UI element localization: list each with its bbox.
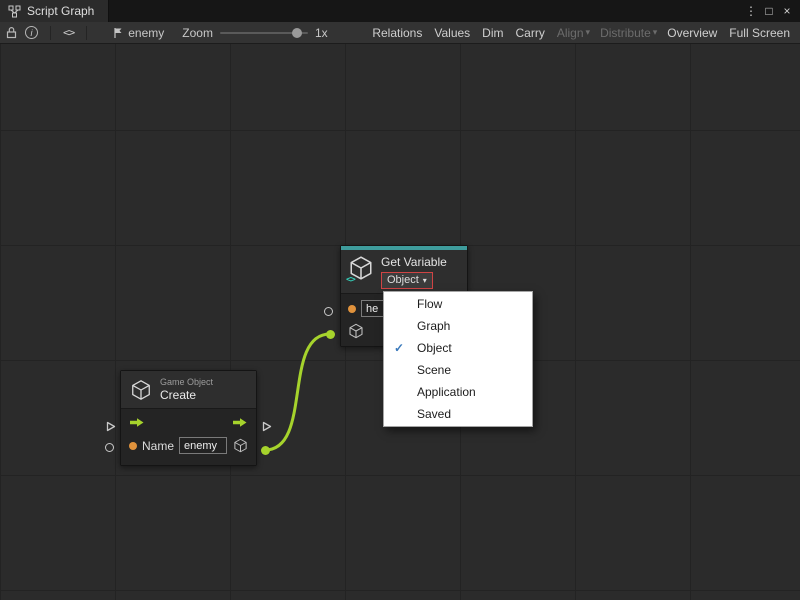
menu-item-object[interactable]: ✓ Object (384, 337, 532, 359)
fullscreen-button[interactable]: Full Screen (729, 26, 792, 40)
info-icon[interactable]: i (25, 26, 38, 39)
toolbar-separator (86, 26, 87, 40)
value-input-port[interactable] (105, 443, 114, 452)
node-category: Game Object (160, 377, 213, 388)
menu-item-label: Flow (417, 297, 442, 311)
menu-item-saved[interactable]: Saved (384, 403, 532, 425)
script-graph-icon (8, 5, 21, 18)
gameobject-cube-icon (130, 379, 152, 401)
gameobject-cube-icon (348, 323, 364, 339)
chevron-down-icon: ▾ (423, 273, 427, 288)
code-icon[interactable]: <> (63, 25, 74, 41)
connected-output-port[interactable] (261, 446, 270, 455)
zoom-value: 1x (315, 26, 328, 40)
distribute-button: Distribute▾ (600, 26, 657, 40)
graph-name: enemy (128, 26, 164, 40)
zoom-label: Zoom (182, 26, 213, 40)
menu-item-scene[interactable]: Scene (384, 359, 532, 381)
code-badge: <> (346, 275, 355, 285)
chevron-down-icon: ▾ (586, 27, 591, 38)
value-port-dot (129, 442, 137, 450)
menu-item-graph[interactable]: Graph (384, 315, 532, 337)
graph-breadcrumb[interactable]: enemy (113, 26, 164, 40)
menu-item-application[interactable]: Application (384, 381, 532, 403)
window-maximize-icon[interactable]: □ (760, 0, 778, 22)
menu-item-label: Object (417, 341, 452, 355)
tab-script-graph[interactable]: Script Graph (0, 0, 109, 22)
gameobject-cube-icon (233, 438, 248, 453)
zoom-slider[interactable] (220, 32, 308, 34)
create-header[interactable]: Game Object Create (121, 371, 256, 408)
create-node[interactable]: Game Object Create Name (120, 370, 257, 466)
toolbar-buttons: Relations Values Dim Carry Align▾ Distri… (372, 26, 794, 40)
name-input[interactable] (179, 437, 227, 454)
chevron-down-icon: ▾ (653, 27, 658, 38)
connection-wire[interactable] (265, 334, 330, 450)
value-port-dot (348, 305, 356, 313)
flow-output-port[interactable] (260, 420, 273, 433)
window-close-icon[interactable]: × (778, 0, 796, 22)
tab-title: Script Graph (27, 4, 94, 18)
graph-toolbar: i <> enemy Zoom 1x Relations Values Dim … (0, 22, 800, 44)
dim-button[interactable]: Dim (482, 26, 505, 40)
toolbar-separator (50, 26, 51, 40)
scope-value: Object (387, 273, 419, 288)
values-button[interactable]: Values (434, 26, 472, 40)
get-variable-header[interactable]: <> Get Variable Object ▾ (341, 250, 467, 293)
zoom-slider-handle[interactable] (292, 28, 302, 38)
carry-button[interactable]: Carry (516, 26, 547, 40)
window-menu-icon[interactable]: ⋮ (742, 0, 760, 22)
connected-input-port[interactable] (326, 330, 335, 339)
get-variable-titles: Get Variable Object ▾ (381, 255, 447, 289)
create-titles: Game Object Create (160, 377, 213, 402)
checkmark-icon: ✓ (394, 341, 404, 355)
relations-button[interactable]: Relations (372, 26, 424, 40)
scope-dropdown-menu: Flow Graph ✓ Object Scene Application Sa… (383, 291, 533, 427)
variable-cube-icon: <> (348, 255, 374, 281)
lock-icon[interactable] (6, 25, 17, 41)
menu-item-label: Saved (417, 407, 451, 421)
align-button: Align▾ (557, 26, 590, 40)
node-title: Get Variable (381, 255, 447, 269)
menu-item-flow[interactable]: Flow (384, 293, 532, 315)
value-input-port[interactable] (324, 307, 333, 316)
name-label: Name (142, 439, 174, 453)
flow-out-arrow-icon (232, 417, 248, 428)
menu-item-label: Graph (417, 319, 450, 333)
flow-in-arrow-icon (129, 417, 145, 428)
node-title: Create (160, 388, 196, 402)
flag-icon (113, 27, 123, 39)
menu-item-label: Application (417, 385, 476, 399)
flow-input-port[interactable] (104, 420, 117, 433)
graph-canvas[interactable]: <> Get Variable Object ▾ (0, 44, 800, 600)
titlebar: Script Graph ⋮ □ × (0, 0, 800, 22)
overview-button[interactable]: Overview (667, 26, 719, 40)
zoom-control: Zoom 1x (182, 26, 327, 40)
menu-item-label: Scene (417, 363, 451, 377)
variable-scope-dropdown[interactable]: Object ▾ (381, 272, 433, 289)
create-body: Name (121, 408, 256, 465)
